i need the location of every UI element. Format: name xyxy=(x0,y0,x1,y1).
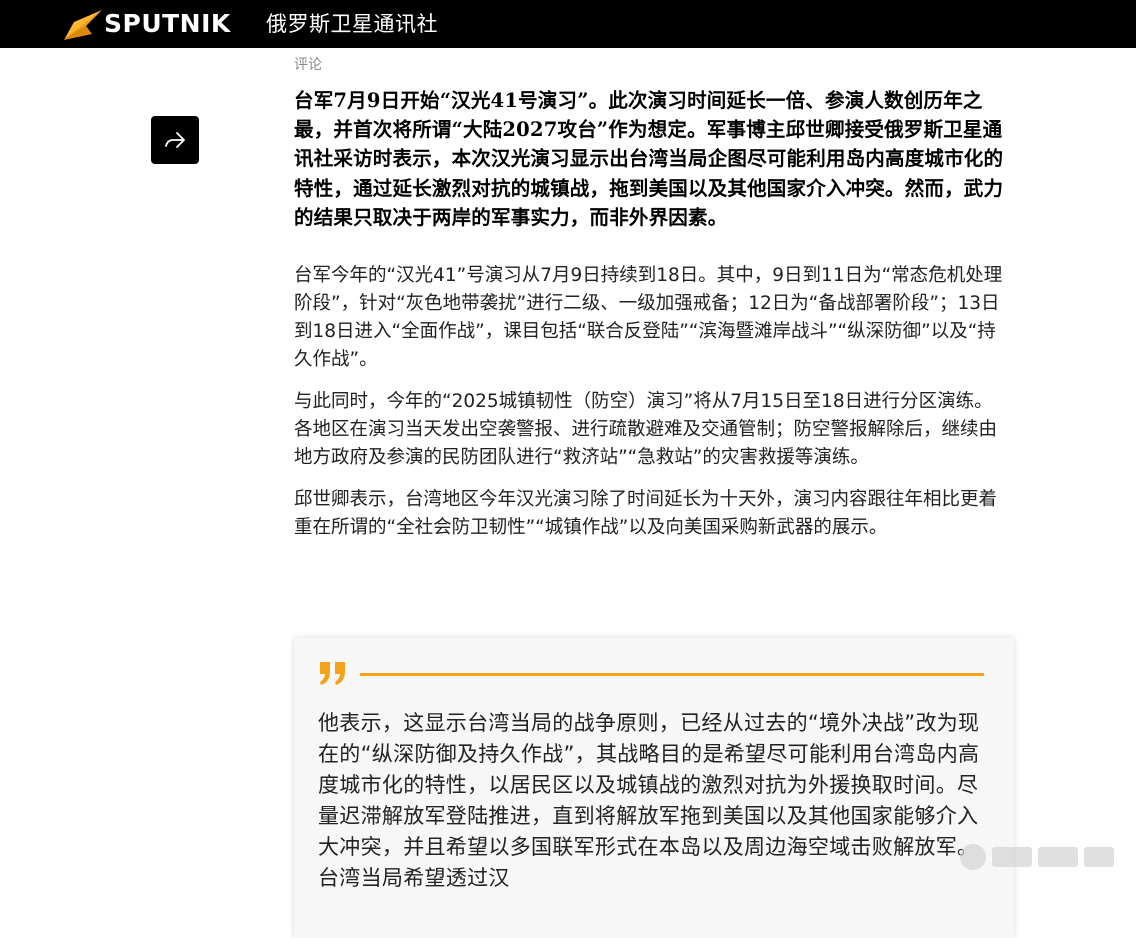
sputnik-logo[interactable]: SPUTNIK xyxy=(62,4,231,44)
article-body: 评论 台军7月9日开始“汉光41号演习”。此次演习时间延长一倍、参演人数创历年之… xyxy=(294,52,1010,556)
watermark xyxy=(960,842,1120,872)
watermark-bar xyxy=(1038,847,1078,867)
article-category[interactable]: 评论 xyxy=(294,54,1010,76)
quote-block: 他表示，这显示台湾当局的战争原则，已经从过去的“境外决战”改为现在的“纵深防御及… xyxy=(294,638,1014,938)
article-paragraph: 与此同时，今年的“2025城镇韧性（防空）演习”将从7月15日至18日进行分区演… xyxy=(294,391,998,469)
share-button[interactable] xyxy=(151,116,199,164)
site-header: SPUTNIK 俄罗斯卫星通讯社 xyxy=(0,0,1136,48)
watermark-avatar xyxy=(960,844,986,870)
share-arrow-icon xyxy=(165,132,185,148)
article-paragraph: 台军今年的“汉光41”号演习从7月9日持续到18日。其中，9日到11日为“常态危… xyxy=(294,265,1003,371)
article-lead: 台军7月9日开始“汉光41号演习”。此次演习时间延长一倍、参演人数创历年之最，并… xyxy=(294,89,1004,229)
watermark-bar xyxy=(992,847,1032,867)
site-subtitle: 俄罗斯卫星通讯社 xyxy=(266,12,438,36)
quote-mark-icon xyxy=(320,662,345,685)
quote-text: 他表示，这显示台湾当局的战争原则，已经从过去的“境外决战”改为现在的“纵深防御及… xyxy=(318,711,980,890)
watermark-bar xyxy=(1084,847,1114,867)
quote-divider xyxy=(360,673,984,676)
brand-name: SPUTNIK xyxy=(104,9,231,38)
article-paragraph: 邱世卿表示，台湾地区今年汉光演习除了时间延长为十天外，演习内容跟往年相比更着重在… xyxy=(294,489,998,539)
sputnik-logo-icon xyxy=(64,10,102,40)
